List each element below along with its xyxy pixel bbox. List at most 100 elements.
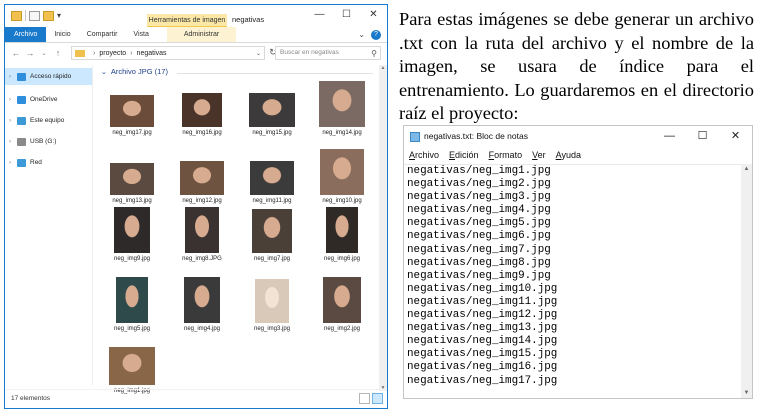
menu-item[interactable]: Ayuda: [551, 148, 586, 163]
minimize-icon[interactable]: —: [306, 5, 333, 25]
network-icon: [17, 158, 26, 167]
expand-ribbon-icon[interactable]: ⌄: [358, 30, 365, 39]
text-line: negativas/neg_img5.jpg: [407, 217, 551, 230]
expand-arrow-icon[interactable]: ›: [5, 118, 15, 124]
photo-thumbnail: [182, 93, 222, 127]
tab-administrar[interactable]: Administrar: [166, 27, 237, 42]
close-icon[interactable]: ✕: [360, 5, 387, 25]
sidebar-item[interactable]: › USB (G:): [5, 133, 92, 150]
notepad-menubar: Archivo Edición Formato Ver Ayuda: [404, 148, 752, 163]
close-icon[interactable]: ✕: [719, 126, 752, 146]
file-thumbnail[interactable]: neg_img12.jpg: [169, 161, 235, 204]
forward-icon[interactable]: →: [23, 48, 37, 58]
address-bar[interactable]: › proyecto › negativas ⌄: [71, 46, 265, 60]
text-line: negativas/neg_img14.jpg: [407, 335, 558, 348]
file-thumbnail[interactable]: neg_img2.jpg: [309, 277, 375, 332]
help-icon[interactable]: ?: [371, 29, 381, 40]
text-line: negativas/neg_img15.jpg: [407, 348, 558, 361]
file-thumbnail[interactable]: neg_img3.jpg: [239, 279, 305, 332]
photo-thumbnail: [323, 277, 361, 323]
vertical-scrollbar[interactable]: ▲ ▼: [379, 65, 387, 391]
menu-item[interactable]: Archivo: [404, 148, 444, 163]
file-thumbnail[interactable]: neg_img14.jpg: [309, 81, 375, 136]
file-thumbnail[interactable]: neg_img10.jpg: [309, 149, 375, 204]
expand-arrow-icon[interactable]: ›: [5, 74, 15, 80]
expand-arrow-icon[interactable]: ›: [5, 139, 15, 145]
sidebar-item-label: OneDrive: [30, 96, 58, 103]
breadcrumb-proyecto[interactable]: proyecto: [99, 50, 126, 57]
menu-item[interactable]: Edición: [444, 148, 484, 163]
context-tab-image-tools: Herramientas de imagen: [147, 14, 227, 27]
scroll-up-icon[interactable]: ▲: [741, 166, 752, 172]
text-line: negativas/neg_img13.jpg: [407, 322, 558, 335]
properties-icon[interactable]: [29, 10, 40, 21]
file-name: neg_img13.jpg: [112, 198, 152, 204]
file-thumbnail[interactable]: neg_img1.jpg: [99, 347, 165, 394]
recent-locations-icon[interactable]: ⌄: [37, 50, 51, 57]
notepad-window: negativas.txt: Bloc de notas — ☐ ✕ Archi…: [403, 125, 753, 399]
expand-arrow-icon[interactable]: ›: [5, 97, 15, 103]
usb-drive-icon: [17, 137, 26, 146]
text-line: negativas/neg_img16.jpg: [407, 361, 558, 374]
chevron-down-icon[interactable]: ⌄: [256, 50, 261, 57]
scroll-down-icon[interactable]: ▼: [741, 390, 752, 396]
notepad-text-area[interactable]: negativas/neg_img1.jpg negativas/neg_img2…: [404, 164, 742, 398]
scroll-up-icon[interactable]: ▲: [379, 65, 387, 71]
minimize-icon[interactable]: —: [653, 126, 686, 146]
quick-access-toolbar: ▾: [11, 10, 61, 21]
sidebar-item[interactable]: › Red: [5, 154, 92, 171]
file-name: neg_img16.jpg: [182, 130, 222, 136]
photo-thumbnail: [250, 161, 294, 195]
back-icon[interactable]: ←: [9, 48, 23, 58]
file-name: neg_img8.JPG: [182, 256, 222, 262]
file-thumbnail[interactable]: neg_img7.jpg: [239, 209, 305, 262]
notepad-titlebar: negativas.txt: Bloc de notas — ☐ ✕: [404, 126, 752, 148]
maximize-icon[interactable]: ☐: [686, 126, 719, 146]
cloud-icon: [17, 95, 26, 104]
file-thumbnail[interactable]: neg_img11.jpg: [239, 161, 305, 204]
file-thumbnail[interactable]: neg_img17.jpg: [99, 95, 165, 136]
photo-thumbnail: [326, 207, 358, 253]
file-thumbnail[interactable]: neg_img16.jpg: [169, 93, 235, 136]
file-thumbnail[interactable]: neg_img5.jpg: [99, 277, 165, 332]
file-thumbnail[interactable]: neg_img9.jpg: [99, 207, 165, 262]
photo-thumbnail: [320, 149, 364, 195]
tab-vista[interactable]: Vista: [125, 27, 156, 42]
menu-item[interactable]: Formato: [484, 148, 528, 163]
file-thumbnail[interactable]: neg_img8.JPG: [169, 207, 235, 262]
new-folder-icon[interactable]: [43, 10, 54, 21]
photo-thumbnail: [249, 93, 295, 127]
photo-thumbnail: [110, 95, 154, 127]
details-view-icon[interactable]: [359, 393, 370, 404]
tab-inicio[interactable]: Inicio: [46, 27, 78, 42]
chevron-down-icon[interactable]: ▾: [57, 11, 61, 21]
photo-thumbnail: [110, 163, 154, 195]
group-header[interactable]: ⌄ Archivo JPG (17): [101, 67, 168, 76]
file-explorer-window: ▾ Herramientas de imagen negativas — ☐ ✕…: [4, 4, 388, 409]
ribbon-tabs: Archivo Inicio Compartir Vista Administr…: [5, 27, 387, 43]
address-row: ← → ⌄ ↑ › proyecto › negativas ⌄ ↻ Busca…: [5, 43, 387, 63]
file-name: neg_img3.jpg: [253, 326, 291, 332]
notepad-scrollbar[interactable]: ▲ ▼: [741, 164, 752, 398]
search-input[interactable]: Buscar en negativas ⚲: [275, 46, 381, 60]
file-thumbnail[interactable]: neg_img6.jpg: [309, 207, 375, 262]
sidebar-item[interactable]: › Este equipo: [5, 112, 92, 129]
maximize-icon[interactable]: ☐: [333, 5, 360, 25]
large-icons-view-icon[interactable]: [372, 393, 383, 404]
window-controls: — ☐ ✕: [306, 5, 387, 25]
file-thumbnail[interactable]: neg_img4.jpg: [169, 277, 235, 332]
sidebar-item[interactable]: › Acceso rápido: [5, 68, 92, 85]
tab-compartir[interactable]: Compartir: [79, 27, 126, 42]
expand-arrow-icon[interactable]: ›: [5, 160, 15, 166]
menu-item[interactable]: Ver: [527, 148, 551, 163]
text-line: negativas/neg_img12.jpg: [407, 309, 558, 322]
breadcrumb-negativas[interactable]: negativas: [137, 50, 167, 57]
text-line: negativas/neg_img9.jpg: [407, 269, 551, 282]
file-thumbnail[interactable]: neg_img13.jpg: [99, 163, 165, 204]
photo-thumbnail: [255, 279, 289, 323]
folder-icon[interactable]: [11, 10, 22, 21]
up-icon[interactable]: ↑: [51, 48, 65, 58]
sidebar-item[interactable]: › OneDrive: [5, 91, 92, 108]
tab-archivo[interactable]: Archivo: [5, 27, 47, 42]
file-thumbnail[interactable]: neg_img15.jpg: [239, 93, 305, 136]
